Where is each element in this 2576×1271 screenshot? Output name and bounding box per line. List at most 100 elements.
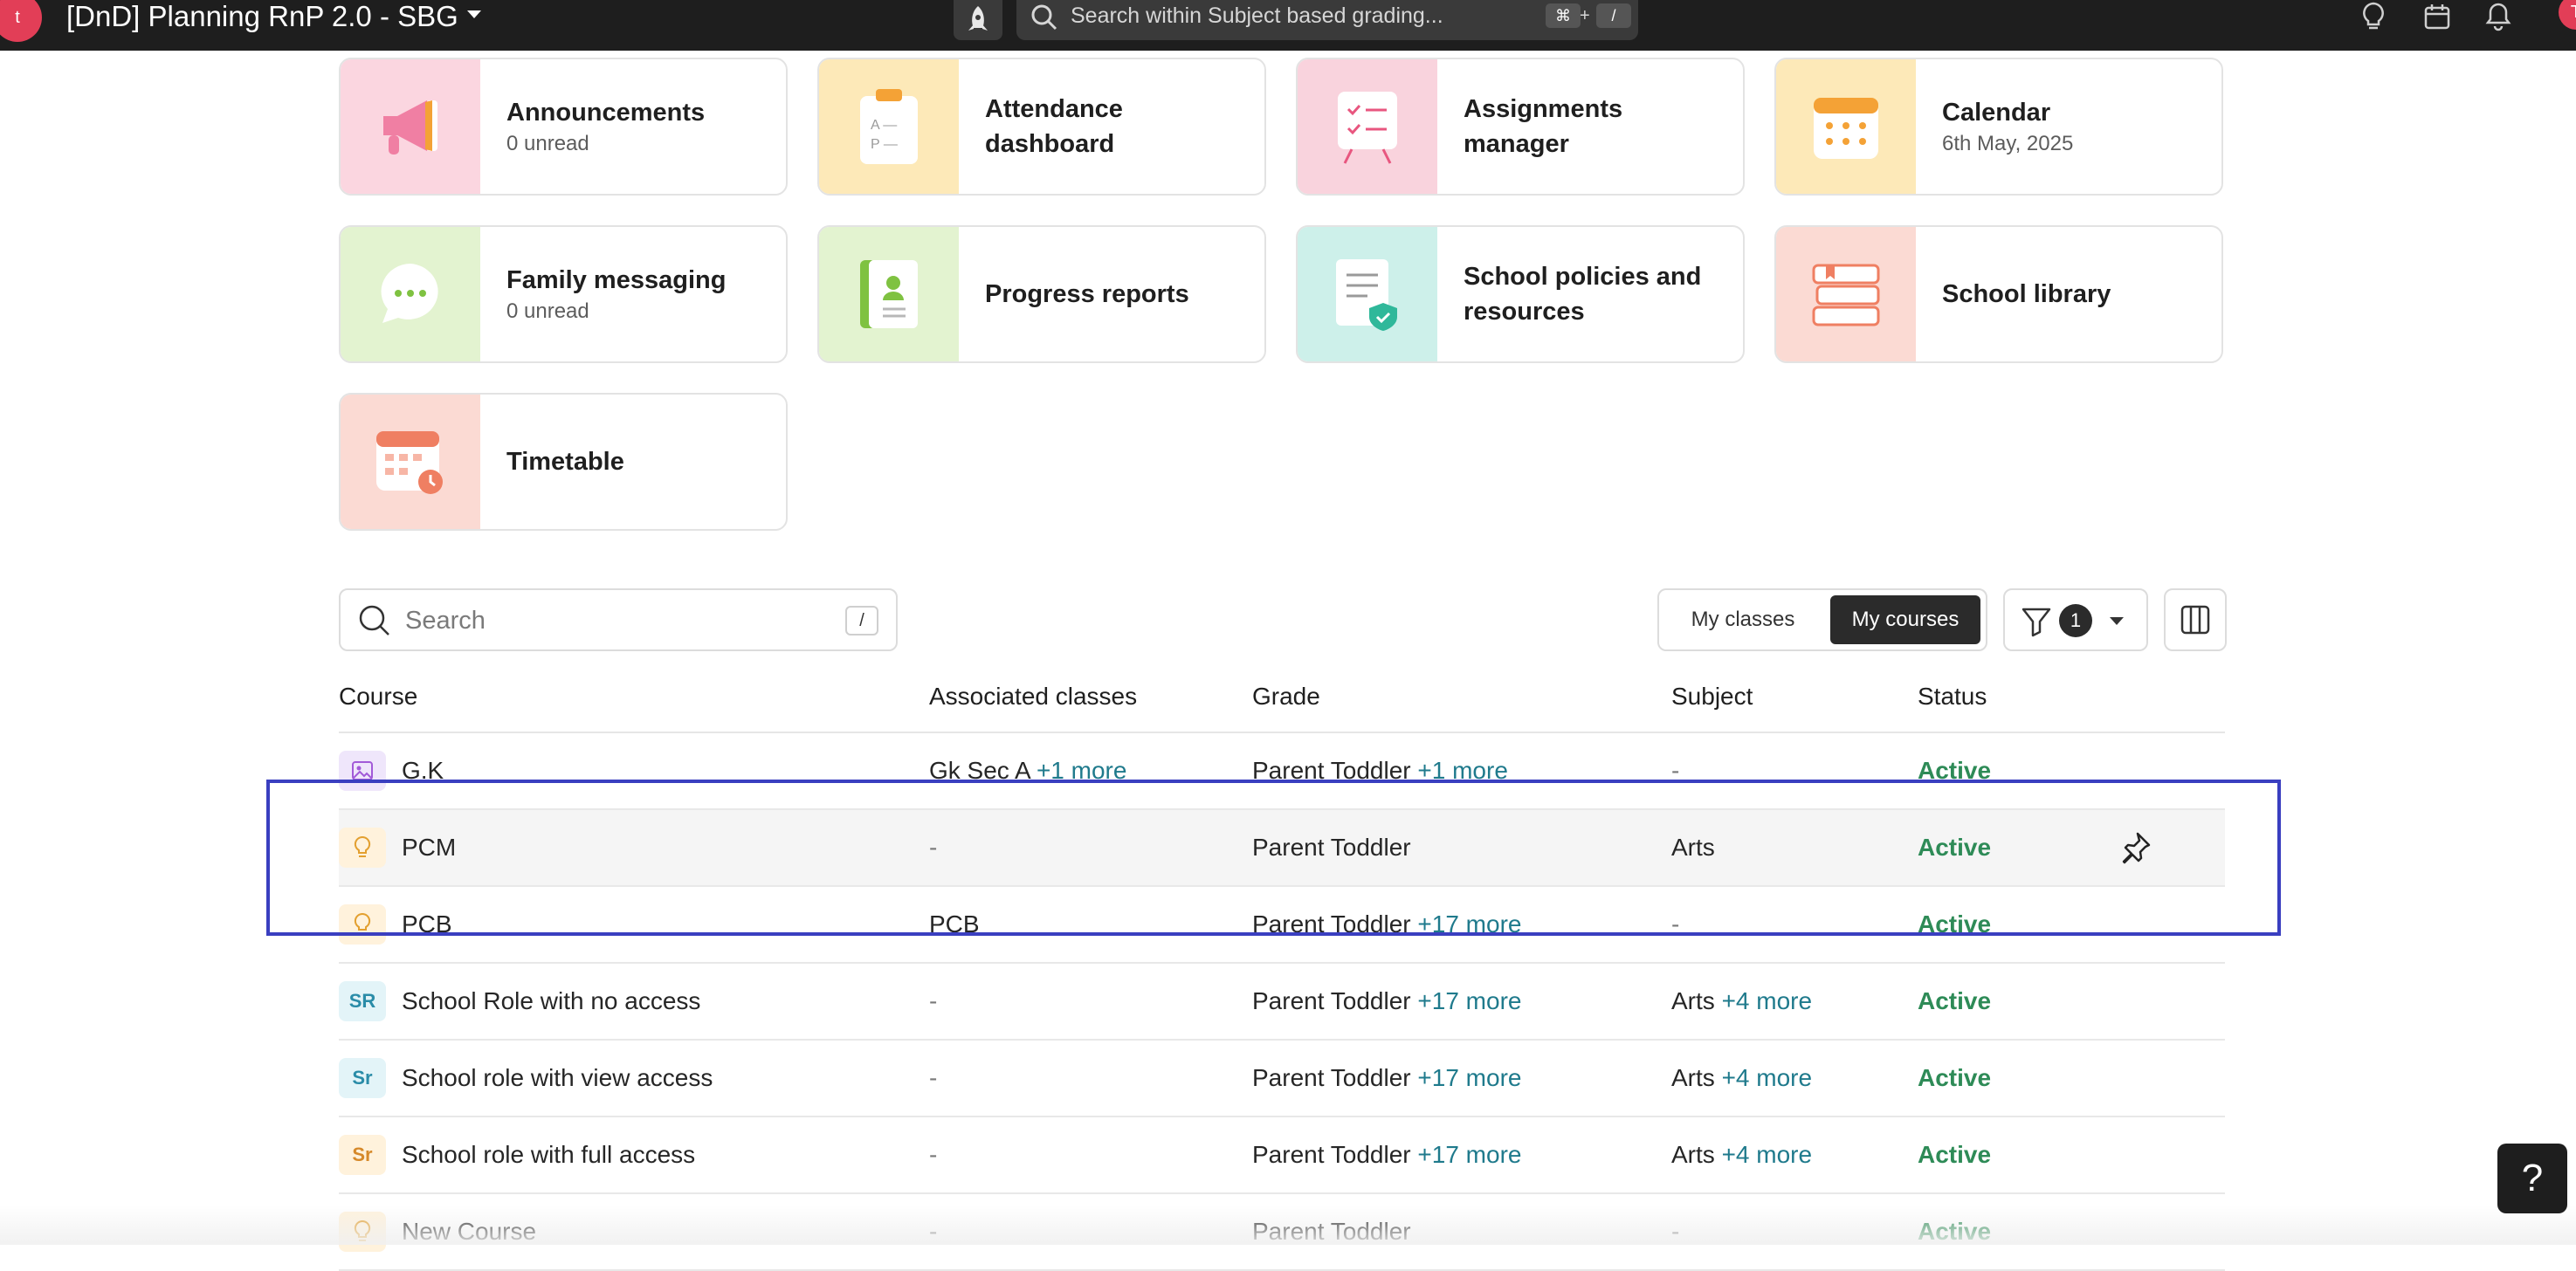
more-link[interactable]: +17 more bbox=[1417, 1141, 1521, 1168]
svg-text:A —: A — bbox=[871, 118, 897, 133]
column-course[interactable]: Course bbox=[339, 672, 417, 721]
course-name[interactable]: School role with view access bbox=[402, 1041, 713, 1116]
more-link[interactable]: +4 more bbox=[1722, 1064, 1813, 1091]
calendar-icon bbox=[1776, 59, 1916, 194]
timetable-icon bbox=[341, 395, 480, 529]
grade: Parent Toddler bbox=[1252, 1218, 1411, 1245]
shortcut-cmd-key: ⌘ bbox=[1546, 3, 1581, 28]
filter-icon bbox=[2022, 608, 2051, 637]
bell-icon[interactable] bbox=[2480, 0, 2517, 33]
app-logo[interactable]: t bbox=[0, 0, 42, 42]
checklist-board-icon bbox=[1298, 59, 1437, 194]
tile-announcements[interactable]: Announcements 0 unread bbox=[339, 58, 788, 196]
associated-classes: PCB bbox=[929, 910, 980, 938]
subject: - bbox=[1671, 910, 1680, 938]
tile-title: Calendar bbox=[1942, 99, 2051, 127]
tile-subtitle: 0 unread bbox=[506, 299, 589, 323]
filter-count-badge: 1 bbox=[2059, 604, 2092, 637]
table-row[interactable]: PCM - Parent Toddler Arts Active bbox=[339, 810, 2225, 887]
status-badge: Active bbox=[1918, 834, 1992, 861]
course-name[interactable]: New Course bbox=[402, 1194, 536, 1269]
course-search[interactable]: / bbox=[339, 588, 898, 651]
filter-button[interactable]: 1 bbox=[2003, 588, 2148, 651]
table-row[interactable]: New Course - Parent Toddler - Active bbox=[339, 1194, 2225, 1271]
grade: Parent Toddler +17 more bbox=[1252, 910, 1522, 938]
tile-subtitle: 0 unread bbox=[506, 132, 589, 155]
table-row[interactable]: Sr School role with full access - Parent… bbox=[339, 1117, 2225, 1194]
subject: - bbox=[1671, 757, 1680, 784]
tile-attendance-dashboard[interactable]: A — P — Attendance dashboard bbox=[817, 58, 1266, 196]
megaphone-icon bbox=[341, 59, 480, 194]
app-title[interactable]: [DnD] Planning RnP 2.0 - SBG bbox=[66, 0, 458, 33]
toggle-my-classes[interactable]: My classes bbox=[1666, 595, 1820, 644]
course-name[interactable]: School Role with no access bbox=[402, 964, 700, 1039]
lightbulb-icon bbox=[339, 1212, 386, 1252]
subject: - bbox=[1671, 1218, 1680, 1245]
top-bar: t [DnD] Planning RnP 2.0 - SBG Search wi… bbox=[0, 0, 2576, 51]
column-subject[interactable]: Subject bbox=[1671, 672, 1753, 721]
clipboard-icon: A — P — bbox=[819, 59, 959, 194]
search-icon bbox=[1031, 4, 1057, 31]
column-status[interactable]: Status bbox=[1918, 672, 1987, 721]
user-avatar[interactable]: T bbox=[2559, 0, 2576, 30]
table-row[interactable]: PCB PCB Parent Toddler +17 more - Active bbox=[339, 887, 2225, 964]
status-badge: Active bbox=[1918, 1064, 1992, 1091]
more-link[interactable]: +4 more bbox=[1722, 987, 1813, 1014]
tile-progress-reports[interactable]: Progress reports bbox=[817, 225, 1266, 363]
initials-icon: SR bbox=[339, 981, 386, 1021]
tile-title: Progress reports bbox=[985, 280, 1189, 308]
help-button[interactable]: ? bbox=[2497, 1144, 2567, 1213]
shortcut-slash-key: / bbox=[1596, 3, 1631, 28]
column-associated-classes[interactable]: Associated classes bbox=[929, 672, 1137, 721]
table-row[interactable]: Sr School role with view access - Parent… bbox=[339, 1041, 2225, 1117]
column-grade[interactable]: Grade bbox=[1252, 672, 1320, 721]
policy-document-icon bbox=[1298, 227, 1437, 361]
tile-school-library[interactable]: School library bbox=[1774, 225, 2223, 363]
tile-title: Family messaging bbox=[506, 266, 727, 294]
chevron-down-icon[interactable] bbox=[467, 10, 481, 18]
status-badge: Active bbox=[1918, 1141, 1992, 1168]
rocket-icon[interactable] bbox=[954, 0, 1002, 40]
calendar-icon[interactable] bbox=[2419, 0, 2455, 33]
tile-assignments-manager[interactable]: Assignments manager bbox=[1296, 58, 1745, 196]
report-card-icon bbox=[819, 227, 959, 361]
table-header: Course Associated classes Grade Subject … bbox=[339, 672, 2225, 733]
tile-school-policies[interactable]: School policies and resources bbox=[1296, 225, 1745, 363]
lightbulb-icon bbox=[339, 828, 386, 868]
tile-timetable[interactable]: Timetable bbox=[339, 393, 788, 531]
tile-title: School library bbox=[1942, 280, 2111, 308]
tile-title: Attendance dashboard bbox=[985, 95, 1123, 158]
more-link[interactable]: +17 more bbox=[1417, 1064, 1521, 1091]
subject: Arts +4 more bbox=[1671, 1141, 1813, 1168]
more-link[interactable]: +1 more bbox=[1037, 757, 1127, 784]
more-link[interactable]: +1 more bbox=[1417, 757, 1508, 784]
more-link[interactable]: +17 more bbox=[1417, 910, 1521, 938]
course-name[interactable]: PCM bbox=[402, 810, 456, 885]
table-row[interactable]: SR School Role with no access - Parent T… bbox=[339, 964, 2225, 1041]
subject: Arts +4 more bbox=[1671, 987, 1813, 1014]
image-icon bbox=[339, 751, 386, 791]
lightbulb-icon bbox=[339, 904, 386, 945]
search-icon bbox=[359, 605, 389, 636]
search-input[interactable] bbox=[403, 601, 826, 641]
more-link[interactable]: +4 more bbox=[1722, 1141, 1813, 1168]
course-name[interactable]: School role with full access bbox=[402, 1117, 695, 1192]
initials-icon: Sr bbox=[339, 1058, 386, 1098]
status-badge: Active bbox=[1918, 987, 1992, 1014]
table-row[interactable]: G.K Gk Sec A +1 more Parent Toddler +1 m… bbox=[339, 733, 2225, 810]
tile-family-messaging[interactable]: Family messaging 0 unread bbox=[339, 225, 788, 363]
grade: Parent Toddler bbox=[1252, 834, 1411, 861]
pin-icon[interactable] bbox=[2118, 831, 2152, 869]
course-name[interactable]: G.K bbox=[402, 733, 444, 808]
lightbulb-icon[interactable] bbox=[2355, 0, 2392, 33]
more-link[interactable]: +17 more bbox=[1417, 987, 1521, 1014]
shortcut-plus: + bbox=[1580, 6, 1590, 25]
grade: Parent Toddler +17 more bbox=[1252, 1064, 1522, 1091]
columns-button[interactable] bbox=[2164, 588, 2227, 651]
grade: Parent Toddler +17 more bbox=[1252, 1141, 1522, 1168]
toggle-my-courses[interactable]: My courses bbox=[1830, 595, 1980, 644]
tile-title: Timetable bbox=[506, 448, 624, 476]
associated-classes: - bbox=[929, 987, 938, 1014]
course-name[interactable]: PCB bbox=[402, 887, 452, 962]
tile-calendar[interactable]: Calendar 6th May, 2025 bbox=[1774, 58, 2223, 196]
